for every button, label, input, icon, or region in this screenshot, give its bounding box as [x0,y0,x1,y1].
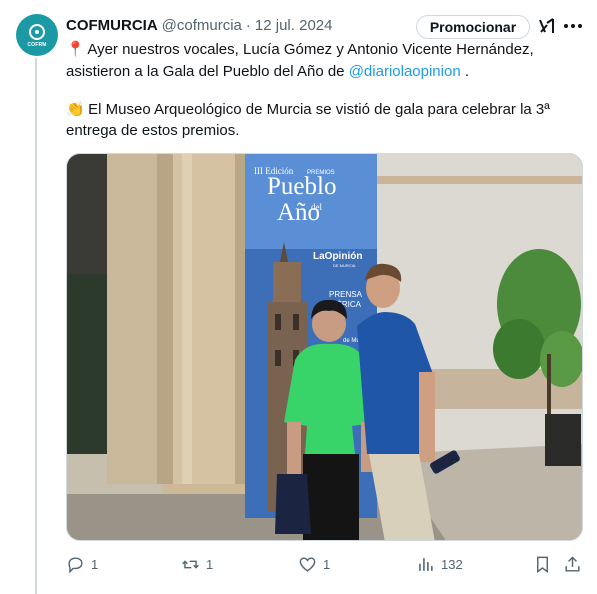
tweet-actions: 1 1 1 132 [66,552,586,576]
views-button[interactable]: 132 [416,552,463,576]
grok-button[interactable] [537,16,557,36]
tweet-text-line-4: entrega de estos premios. [66,122,240,139]
more-icon [564,24,582,28]
thread-line [35,58,37,594]
share-icon [565,555,580,572]
tweet-photo[interactable]: III Edición PREMIOS Pueblo del Año LaOpi… [66,153,583,541]
cof-logo-icon [29,24,45,40]
banner-sponsor-1: LaOpinión [313,251,362,262]
photo-illustration: III Edición PREMIOS Pueblo del Año LaOpi… [67,154,582,540]
pin-emoji: 📍 [66,41,85,58]
text-line-2: asistieron a la Gala del Pueblo del Año … [66,63,349,80]
text-line-1: Ayer nuestros vocales, Lucía Gómez y Ant… [87,41,534,58]
bookmark-button[interactable] [533,552,552,576]
reply-button[interactable]: 1 [66,552,98,576]
like-count: 1 [323,556,331,572]
views-icon [419,557,433,571]
author-handle[interactable]: @cofmurcia [162,17,242,34]
reply-icon [68,556,83,573]
avatar-text: COFRM [27,42,47,48]
repost-icon [182,559,199,569]
mention-link[interactable]: @diariolaopinion [349,63,461,80]
tweet-date[interactable]: 12 jul. 2024 [255,17,333,34]
text-line-2-end: . [460,63,470,80]
banner-sponsor-2-line-1: PRENSA [329,290,363,299]
tweet-text-line-1: 📍 Ayer nuestros vocales, Lucía Gómez y A… [66,40,576,60]
banner-title-2: Año [277,199,320,226]
promote-button[interactable]: Promocionar [416,15,530,39]
like-button[interactable]: 1 [298,552,330,576]
share-button[interactable] [563,552,582,576]
more-options-button[interactable] [562,16,584,36]
tweet-text-line-3: 👏 El Museo Arqueológico de Murcia se vis… [66,100,576,120]
author-name[interactable]: COFMURCIA [66,17,158,34]
avatar[interactable]: COFRM [16,14,58,56]
text-line-3: El Museo Arqueológico de Murcia se visti… [88,101,550,118]
banner-title-1: Pueblo [267,173,336,200]
reply-count: 1 [91,556,99,572]
bookmark-icon [537,556,548,573]
grok-icon [539,18,554,33]
view-count: 132 [441,556,463,572]
separator-dot: · [245,16,251,34]
clap-emoji: 👏 [66,101,85,118]
banner-sponsor-1-sub: DE MURCIA [333,263,356,268]
repost-count: 1 [206,556,214,572]
tweet-header: COFMURCIA @cofmurcia · 12 jul. 2024 [66,14,332,36]
heart-icon [299,556,316,572]
tweet-text-line-2: asistieron a la Gala del Pueblo del Año … [66,62,576,82]
repost-button[interactable]: 1 [181,552,213,576]
